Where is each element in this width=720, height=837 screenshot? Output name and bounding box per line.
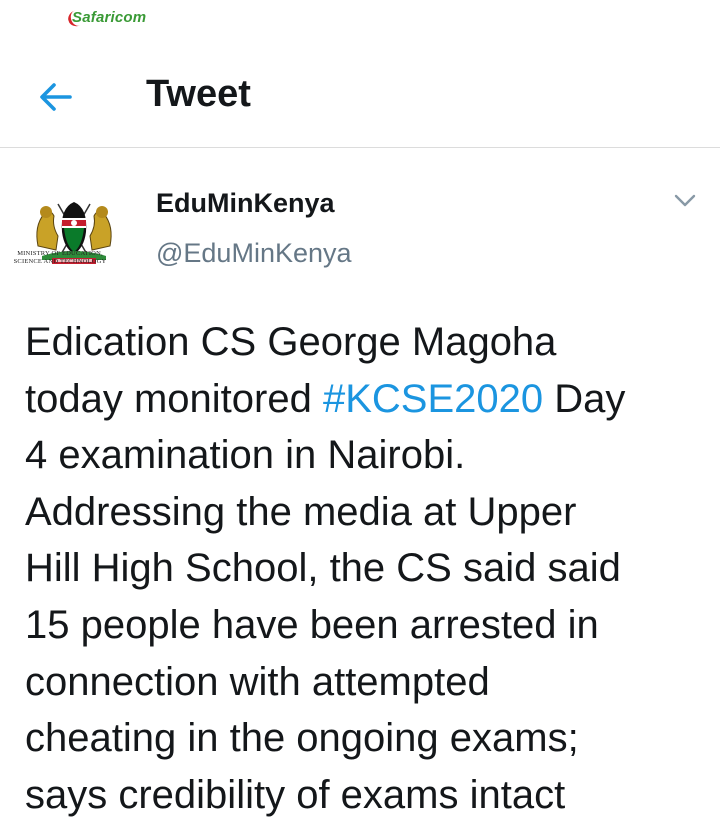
page-title: Tweet <box>146 73 251 115</box>
arrow-left-icon <box>40 83 72 111</box>
tweet-line: says credibility of exams intact <box>25 772 566 817</box>
back-button[interactable] <box>34 75 78 119</box>
carrier-name: Safaricom <box>72 9 147 26</box>
tweet-text-segment: today monitored <box>25 376 323 421</box>
avatar-caption: MINISTRY OF EDUCATION, SCIENCE AND TECHN… <box>13 250 107 265</box>
tweet-detail: MINISTRY OF EDUCATION, SCIENCE AND TECHN… <box>0 148 720 837</box>
chevron-down-icon <box>674 194 696 207</box>
author-handle[interactable]: @EduMinKenya <box>156 238 352 269</box>
tweet-text: Edication CS George Magoha today monitor… <box>25 314 705 823</box>
tweet-header: Tweet <box>0 40 720 148</box>
tweet-line: today monitored #KCSE2020 Day <box>25 371 705 428</box>
tweet-line: 15 people have been arrested in <box>25 602 599 647</box>
tweet-line: 4 examination in Nairobi. <box>25 433 466 478</box>
tweet-line: Addressing the media at Upper <box>25 489 577 534</box>
tweet-text-segment: Day <box>543 376 626 421</box>
tweet-line: Edication CS George Magoha <box>25 320 557 364</box>
tweet-line: connection with attempted <box>25 659 490 704</box>
status-bar: Safaricom <box>0 0 720 40</box>
author-name[interactable]: EduMinKenya <box>156 188 335 219</box>
tweet-menu-button[interactable] <box>670 188 700 214</box>
hashtag-link[interactable]: #KCSE2020 <box>323 377 543 421</box>
tweet-line: Hill High School, the CS said said <box>25 546 621 591</box>
tweet-line: cheating in the ongoing exams; <box>25 716 579 761</box>
